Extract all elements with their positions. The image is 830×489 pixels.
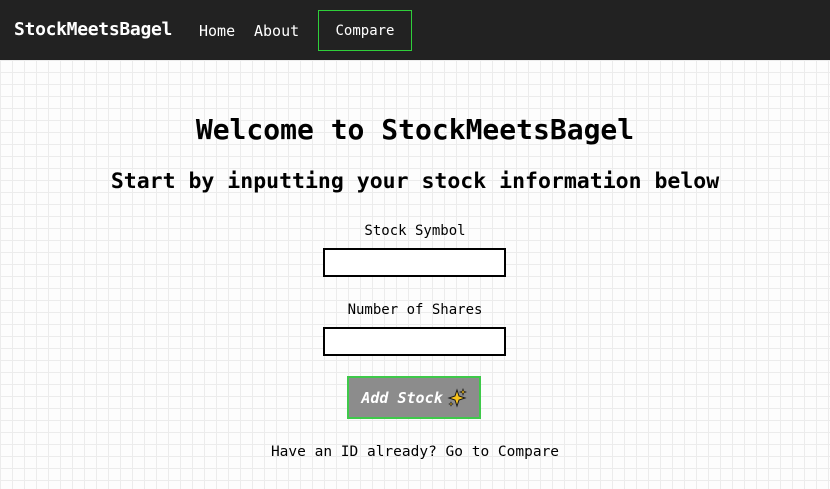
stock-symbol-input[interactable] — [323, 248, 506, 277]
nav-home-link[interactable]: Home — [199, 21, 235, 41]
add-stock-button[interactable]: Add Stock — [347, 376, 481, 419]
go-to-compare-link[interactable]: Go to Compare — [446, 444, 560, 460]
main-content: Welcome to StockMeetsBagel Start by inpu… — [0, 60, 830, 489]
number-of-shares-input[interactable] — [323, 327, 506, 356]
page-subtitle: Start by inputting your stock informatio… — [110, 169, 720, 194]
nav-compare-button[interactable]: Compare — [318, 10, 412, 51]
sparkles-icon — [447, 387, 467, 408]
navbar: StockMeetsBagel Home About Compare — [0, 0, 830, 60]
compare-prompt: Have an ID already? Go to Compare — [0, 443, 830, 461]
brand-logo-link[interactable]: StockMeetsBagel — [14, 19, 172, 41]
nav-about-link[interactable]: About — [254, 21, 299, 41]
add-stock-button-label: Add Stock — [361, 388, 443, 407]
compare-prompt-text: Have an ID already? — [270, 444, 437, 460]
number-of-shares-label: Number of Shares — [347, 302, 483, 318]
page-title: Welcome to StockMeetsBagel — [195, 113, 635, 146]
stock-symbol-label: Stock Symbol — [364, 223, 466, 239]
